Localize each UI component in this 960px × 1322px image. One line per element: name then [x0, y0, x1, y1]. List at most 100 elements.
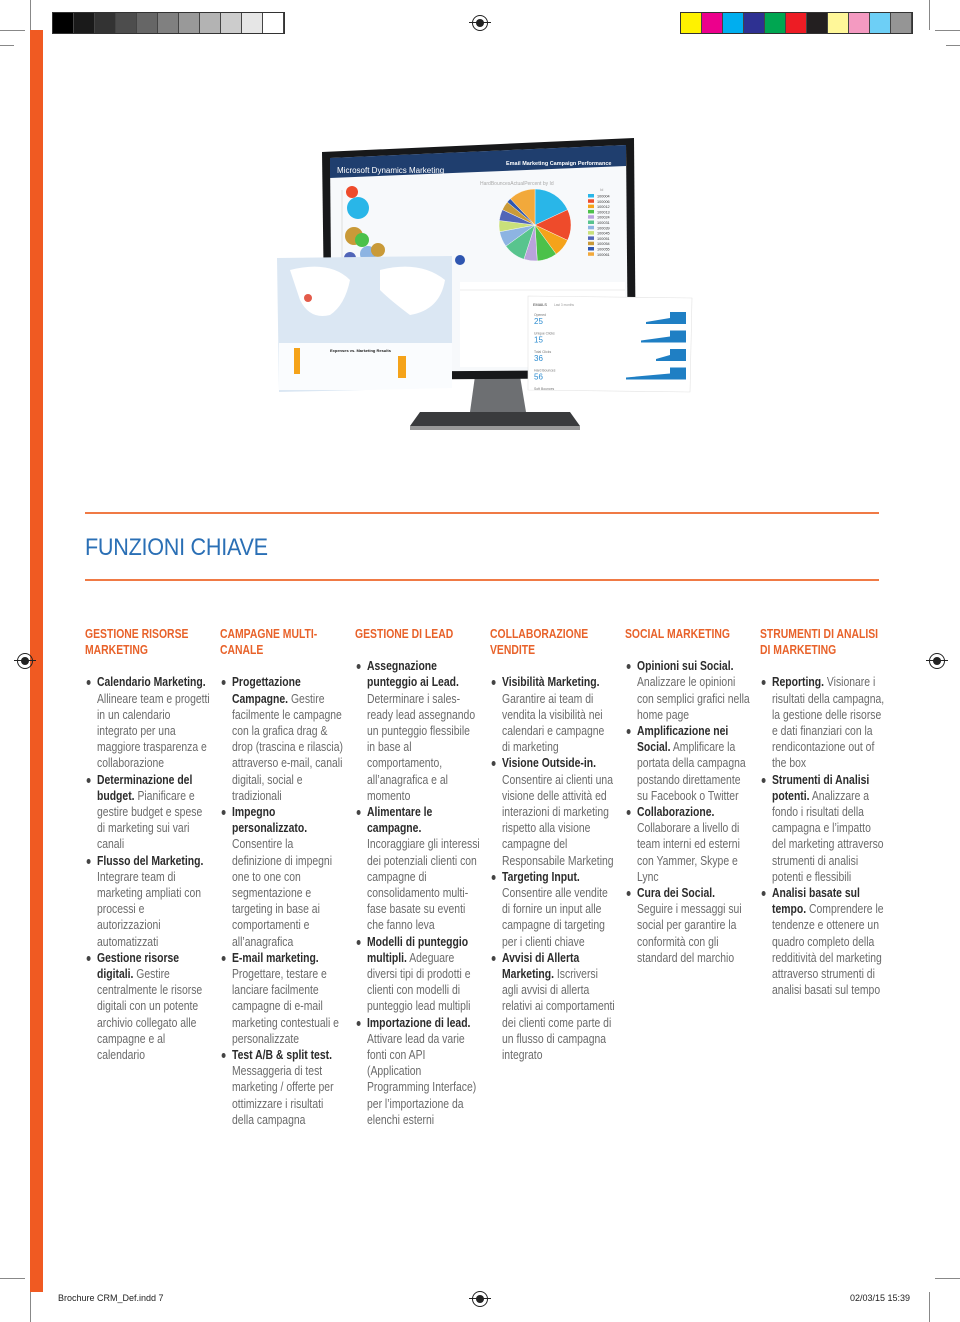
legend-label: 100054: [597, 242, 610, 246]
feature-item: E-mail marketing. Progettare, testare e …: [221, 949, 345, 1047]
feature-column: GESTIONE DI LEAD Assegnazione punteggio a…: [355, 626, 480, 1128]
legend-label: 100039: [597, 226, 610, 230]
color-swatch: [137, 13, 158, 33]
legend-swatch: [588, 220, 594, 224]
feature-description: Seguire i messaggi sui social per garant…: [637, 901, 742, 965]
feature-item: Cura dei Social. Seguire i messaggi sui …: [626, 885, 750, 966]
feature-item: Gestione risorse digitali. Gestire centr…: [86, 950, 210, 1063]
metric-value: 56: [534, 373, 543, 382]
color-swatch: [849, 13, 870, 33]
feature-item: Assegnazione punteggio ai Lead. Determin…: [356, 658, 480, 804]
legend-swatch: [588, 247, 594, 251]
feature-description: Garantire ai team di vendita la visibili…: [502, 690, 605, 755]
color-swatch: [744, 13, 765, 33]
feature-description: Messaggeria di test marketing / offerte …: [232, 1063, 334, 1127]
color-swatch: [786, 13, 807, 33]
feature-name: Visibilità Marketing.: [502, 674, 600, 690]
legend-label: 100045: [597, 232, 610, 236]
dashboard-title: Email Marketing Campaign Performance: [506, 161, 611, 167]
feature-list: Reporting. Visionare i risultati della c…: [760, 674, 885, 998]
feature-item: Collaborazione. Collaborare a livello di…: [626, 804, 750, 885]
crop-mark: [30, 1292, 31, 1322]
feature-name: Collaborazione.: [637, 804, 715, 820]
legend-swatch: [588, 241, 594, 246]
column-heading: CAMPAGNE MULTI-CANALE: [220, 626, 318, 658]
feature-description: Analizzare le opinioni con semplici graf…: [637, 674, 750, 722]
feature-name: Cura dei Social.: [637, 885, 716, 901]
feature-description: Incoraggiare gli interessi dei potenzial…: [367, 836, 480, 933]
emails-range: Last 3 months: [554, 303, 574, 307]
pie-title: HardBouncesActualPercent by Id: [480, 181, 554, 187]
legend-swatch: [588, 252, 594, 256]
footer-file-name: Brochure CRM_Def.indd 7: [58, 1293, 164, 1303]
color-swatch: [681, 13, 702, 33]
feature-list: Calendario Marketing. Allineare team e p…: [85, 674, 210, 1063]
column-heading: STRUMENTI DI ANALISI DI MARKETING: [760, 626, 879, 658]
feature-item: Calendario Marketing. Allineare team e p…: [86, 674, 210, 771]
feature-description: Consentire ai clienti una visione delle …: [502, 771, 614, 868]
legend-label: 100013: [597, 210, 610, 214]
registration-mark-icon: [14, 653, 36, 669]
feature-item: Modelli di punteggio multipli. Adeguare …: [356, 934, 480, 1015]
feature-item: Progettazione Campagne. Gestire facilmen…: [221, 674, 345, 804]
legend-swatch: [588, 204, 594, 209]
legend-label: 100031: [597, 221, 610, 225]
legend-swatch: [588, 209, 594, 214]
feature-name: Flusso del Marketing.: [97, 852, 204, 868]
feature-name: E-mail marketing.: [232, 949, 319, 965]
feature-item: Targeting Input. Consentire alle vendite…: [491, 868, 615, 950]
crop-mark: [0, 30, 25, 31]
section-rule-top: [85, 512, 879, 514]
legend-label: 100051: [597, 237, 610, 241]
pie-chart: [498, 188, 572, 262]
monitor-neck: [470, 376, 526, 412]
color-swatch: [95, 13, 116, 33]
feature-description: Collaborare a livello di team interni ed…: [637, 820, 740, 884]
legend-swatch: [588, 236, 594, 240]
legend-title: Id: [600, 187, 603, 192]
color-swatch: [891, 13, 912, 33]
column-heading: SOCIAL MARKETING: [625, 626, 730, 641]
color-swatch: [263, 13, 284, 33]
crop-mark: [929, 1292, 930, 1322]
legend-swatch: [588, 194, 594, 198]
color-swatch: [74, 13, 95, 33]
section-rule-bottom: [85, 579, 879, 581]
column-heading: GESTIONE DI LEAD: [355, 626, 454, 641]
color-swatch: [179, 13, 200, 33]
feature-name: Targeting Input.: [502, 868, 580, 884]
feature-item: Test A/B & split test. Messaggeria di te…: [221, 1047, 345, 1128]
feature-name: Opinioni sui Social.: [637, 658, 734, 674]
emails-panel: EMAILS Last 3 months Opened25Unique Clic…: [527, 295, 693, 393]
legend-label: 100061: [597, 253, 610, 257]
legend-label: 100004: [597, 195, 610, 199]
feature-list: Opinioni sui Social. Analizzare le opini…: [625, 658, 750, 966]
map-panel: Expenses vs. Marketing Results: [277, 256, 452, 392]
crop-mark: [0, 45, 14, 46]
crop-mark: [935, 30, 960, 31]
metric-value: 25: [534, 317, 543, 326]
feature-item: Amplificazione nei Social. Amplificare l…: [626, 723, 750, 804]
feature-item: Determinazione del budget. Pianificare e…: [86, 772, 210, 853]
feature-name: Calendario Marketing.: [97, 674, 206, 690]
feature-item: Visione Outside-in. Consentire ai client…: [491, 755, 615, 868]
color-swatch: [53, 13, 74, 33]
feature-description: Allineare team e progetti in un calendar…: [97, 690, 210, 771]
feature-description: Gestire facilmente le campagne con la gr…: [232, 690, 343, 803]
feature-list: Visibilità Marketing. Garantire ai team …: [490, 674, 615, 1063]
feature-item: Alimentare le campagne. Incoraggiare gli…: [356, 804, 480, 934]
feature-item: Importazione di lead. Attivare lead da v…: [356, 1015, 480, 1128]
color-swatch: [242, 13, 263, 33]
crop-mark: [30, 0, 31, 30]
feature-item: Impegno personalizzato. Consentire la de…: [221, 804, 345, 950]
feature-list: Assegnazione punteggio ai Lead. Determin…: [355, 658, 480, 1128]
color-swatch: [158, 13, 179, 33]
dashboard-hero-image: Microsoft Dynamics Marketing Email Marke…: [277, 138, 693, 430]
legend-swatch: [588, 225, 594, 230]
feature-name: Test A/B & split test.: [232, 1047, 332, 1063]
feature-column: SOCIAL MARKETING Opinioni sui Social. Ana…: [625, 626, 750, 966]
feature-column: CAMPAGNE MULTI-CANALE Progettazione Campa…: [220, 626, 345, 1128]
feature-description: Determinare i sales-ready lead assegnand…: [367, 690, 476, 803]
column-heading: GESTIONE RISORSE MARKETING: [85, 626, 189, 658]
feature-item: Flusso del Marketing. Integrare team di …: [86, 852, 210, 950]
